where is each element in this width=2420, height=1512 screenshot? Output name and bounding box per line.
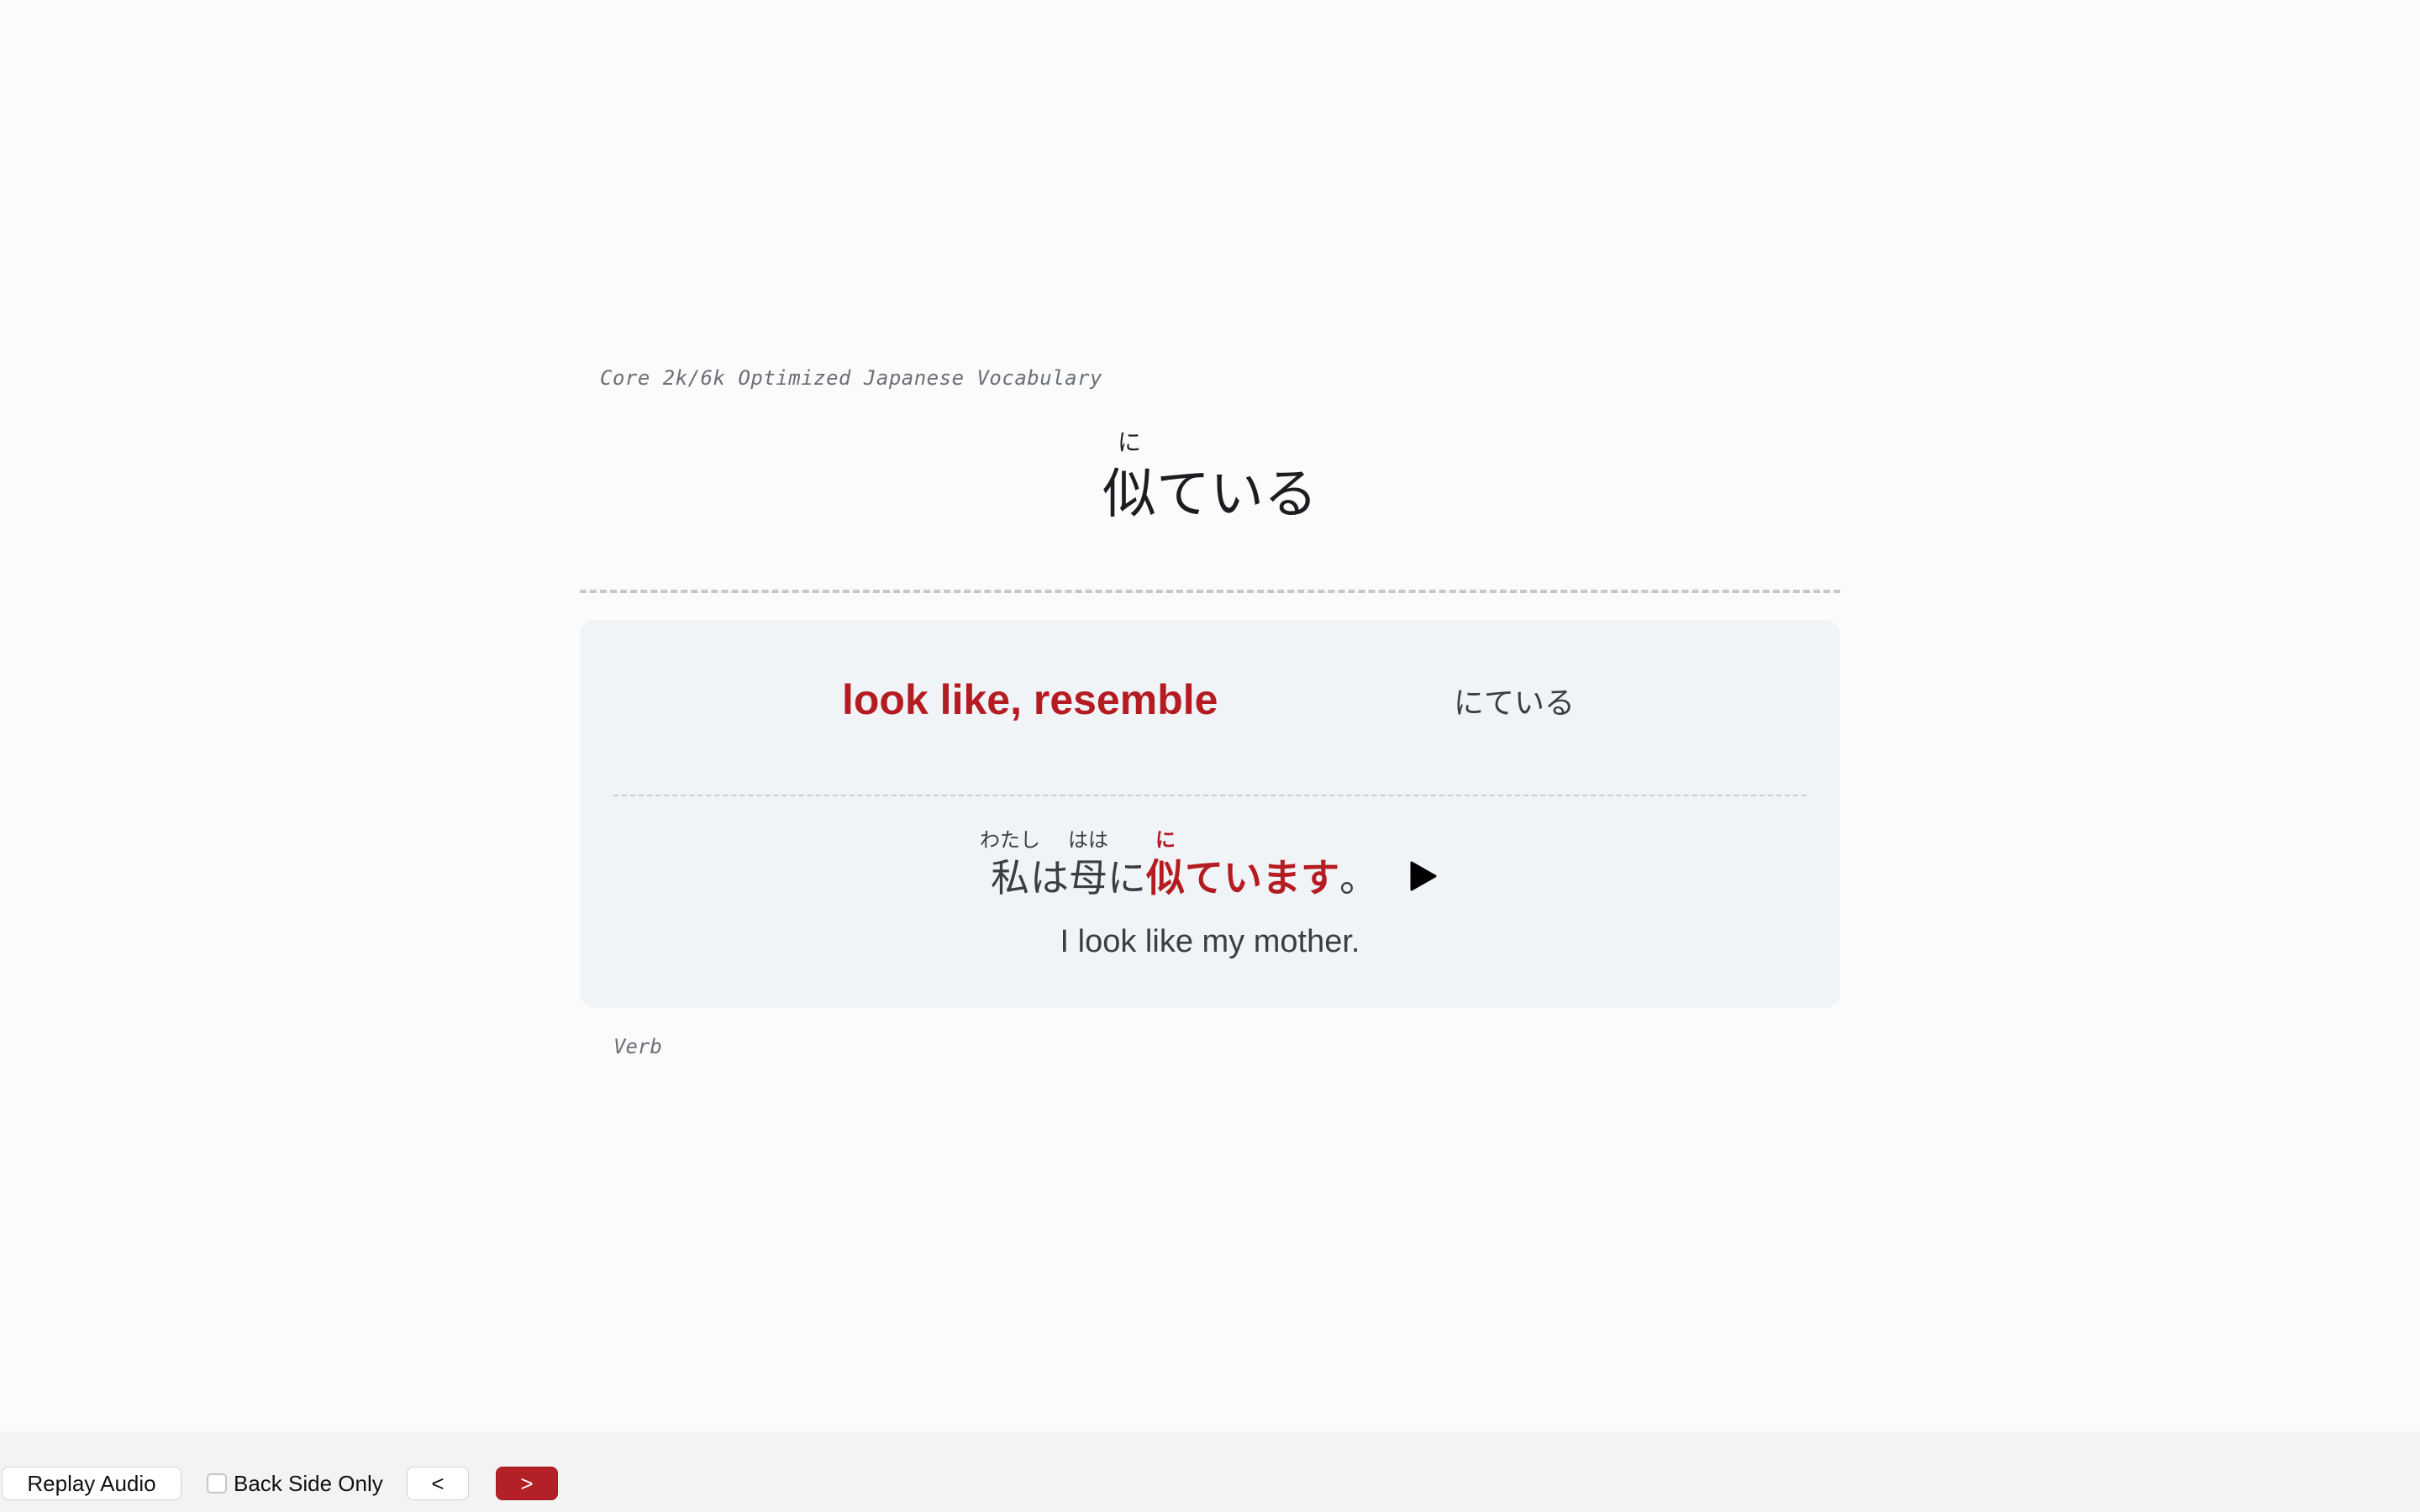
front-back-divider xyxy=(580,590,1840,593)
part-of-speech: Verb xyxy=(613,1035,662,1058)
replay-audio-button[interactable]: Replay Audio xyxy=(2,1467,182,1500)
sentence-particle: は xyxy=(1030,855,1069,900)
headword-okurigana: ている xyxy=(1156,464,1318,526)
back-side-only-checkbox[interactable] xyxy=(207,1473,227,1494)
target-word-ruby: 似に xyxy=(1146,828,1185,900)
next-card-button[interactable]: > xyxy=(496,1467,558,1500)
previous-card-button[interactable]: < xyxy=(407,1467,469,1500)
headword: 似にている xyxy=(0,428,2420,522)
deck-name: Core 2k/6k Optimized Japanese Vocabulary xyxy=(600,366,1102,390)
play-icon[interactable] xyxy=(1403,858,1440,895)
back-side-only-label: Back Side Only xyxy=(234,1470,383,1496)
sentence-particle: に xyxy=(1107,855,1146,900)
sentence-translation: I look like my mother. xyxy=(1060,924,1360,959)
target-kanji: 似 xyxy=(1146,855,1185,900)
meaning: look like, resemble xyxy=(842,676,1218,723)
headword-kanji-ruby: 似に xyxy=(1102,428,1156,526)
headword-furigana: に xyxy=(1102,428,1156,456)
sentence-target-word: 似にています xyxy=(1146,828,1339,900)
play-icon-glyph xyxy=(1410,861,1437,891)
sentence-furigana: はは xyxy=(1068,828,1108,852)
sentence-word: 母 xyxy=(1068,855,1108,900)
target-rest: ています xyxy=(1185,855,1339,900)
sentence-word-ruby: 私わたし xyxy=(980,828,1040,900)
target-furigana: に xyxy=(1146,828,1185,852)
answer-card: look like, resemble にている 私わたしは母ははに似にています… xyxy=(580,620,1840,1008)
review-toolbar: Replay Audio Back Side Only < > xyxy=(0,1431,2420,1512)
sentence-word-ruby: 母はは xyxy=(1068,828,1108,900)
back-side-only-toggle[interactable]: Back Side Only xyxy=(207,1467,383,1500)
example-sentence: 私わたしは母ははに似にています。 xyxy=(580,828,1840,901)
reading: にている xyxy=(1454,686,1576,721)
sentence-furigana: わたし xyxy=(980,828,1040,852)
headword-kanji: 似 xyxy=(1102,464,1156,526)
sentence-end-punctuation: 。 xyxy=(1339,855,1378,900)
card-divider xyxy=(613,795,1807,796)
